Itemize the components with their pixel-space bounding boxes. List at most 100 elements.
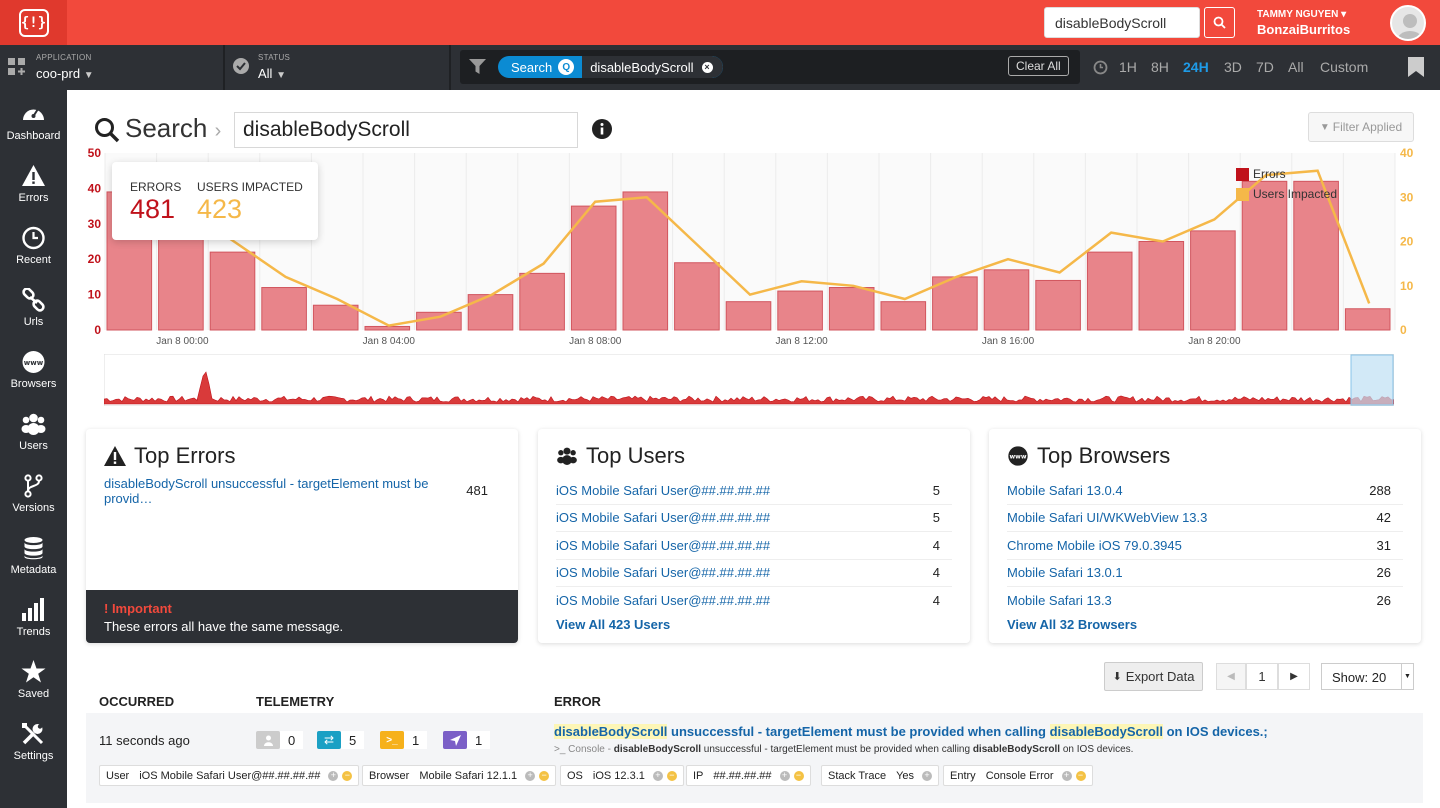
status-selector[interactable]: STATUS All ▼: [225, 45, 449, 90]
error-message-link[interactable]: disableBodyScroll unsuccessful - targetE…: [104, 476, 466, 506]
chart-bar[interactable]: [209, 251, 256, 331]
tag-stack-trace[interactable]: Stack Trace Yes +: [821, 765, 940, 786]
sidebar-item-users[interactable]: Users: [0, 412, 67, 472]
info-icon[interactable]: [592, 119, 612, 139]
legend-item-errors[interactable]: Errors: [1236, 164, 1337, 184]
user-link[interactable]: iOS Mobile Safari User@##.##.##.##: [556, 538, 770, 553]
add-filter-icon[interactable]: +: [1061, 770, 1072, 781]
sidebar-item-metadata[interactable]: Metadata: [0, 536, 67, 596]
tag-browser[interactable]: Browser Mobile Safari 12.1.1 + −: [362, 765, 557, 786]
browser-link[interactable]: Mobile Safari 13.3: [1007, 593, 1112, 608]
user-link[interactable]: iOS Mobile Safari User@##.##.##.##: [556, 510, 770, 525]
error-title-link[interactable]: disableBodyScroll unsuccessful - targetE…: [554, 724, 1268, 739]
chart-bar[interactable]: [777, 290, 823, 331]
browser-link[interactable]: Mobile Safari 13.0.4: [1007, 483, 1123, 498]
time-range-1h[interactable]: 1H: [1119, 59, 1137, 75]
list-item[interactable]: Mobile Safari UI/WKWebView 13.3 42: [1007, 505, 1403, 532]
sidebar-item-trends[interactable]: Trends: [0, 598, 67, 658]
list-item[interactable]: Mobile Safari 13.0.4 288: [1007, 477, 1403, 505]
browser-link[interactable]: Mobile Safari 13.0.1: [1007, 565, 1123, 580]
timeline-navigator[interactable]: [104, 354, 1394, 406]
filter-applied-button[interactable]: ▼ Filter Applied: [1308, 112, 1414, 142]
global-search-input[interactable]: [1044, 7, 1200, 38]
user-link[interactable]: iOS Mobile Safari User@##.##.##.##: [556, 565, 770, 580]
exclude-filter-icon[interactable]: −: [539, 770, 550, 781]
tag-ip[interactable]: IP ##.##.##.## + −: [686, 765, 811, 786]
page-size-select[interactable]: Show: 20 ▼: [1321, 663, 1414, 690]
view-all-users-link[interactable]: View All 423 Users: [556, 617, 670, 632]
sidebar-item-recent[interactable]: Recent: [0, 226, 67, 286]
search-filter-chip[interactable]: Search Q disableBodyScroll ×: [498, 56, 723, 78]
exclude-filter-icon[interactable]: −: [793, 770, 804, 781]
tag-entry[interactable]: Entry Console Error + −: [943, 765, 1093, 786]
exclude-filter-icon[interactable]: −: [342, 770, 353, 781]
user-link[interactable]: iOS Mobile Safari User@##.##.##.##: [556, 593, 770, 608]
add-filter-icon[interactable]: +: [525, 770, 536, 781]
list-item[interactable]: iOS Mobile Safari User@##.##.##.## 4: [556, 560, 952, 587]
tag-user[interactable]: User iOS Mobile Safari User@##.##.##.## + −: [99, 765, 360, 786]
telemetry-user[interactable]: 0: [256, 731, 304, 749]
export-data-button[interactable]: ⬇ Export Data: [1104, 662, 1203, 691]
chart-bar[interactable]: [983, 269, 1030, 331]
exclude-filter-icon[interactable]: −: [666, 770, 677, 781]
telemetry-console[interactable]: >_ 1: [380, 731, 428, 749]
next-page-button[interactable]: ▶: [1278, 663, 1310, 690]
chart-bar[interactable]: [364, 325, 411, 331]
sidebar-item-settings[interactable]: Settings: [0, 722, 67, 782]
time-range-7d[interactable]: 7D: [1256, 59, 1274, 75]
chart-bar[interactable]: [674, 262, 720, 331]
sidebar-item-errors[interactable]: Errors: [0, 164, 67, 224]
browser-link[interactable]: Mobile Safari UI/WKWebView 13.3: [1007, 510, 1207, 525]
list-item[interactable]: iOS Mobile Safari User@##.##.##.## 5: [556, 505, 952, 532]
table-row[interactable]: 11 seconds ago 0 ⇄ 5 >_ 1 1 disableBodyScr…: [86, 713, 1423, 803]
close-icon[interactable]: ×: [701, 61, 713, 73]
user-name[interactable]: TAMMY NGUYEN ▾: [1257, 9, 1346, 20]
chart-bar[interactable]: [622, 191, 669, 331]
add-filter-icon[interactable]: +: [652, 770, 663, 781]
browser-link[interactable]: Chrome Mobile iOS 79.0.3945: [1007, 538, 1182, 553]
exclude-filter-icon[interactable]: −: [1075, 770, 1086, 781]
app-logo[interactable]: {!}: [0, 0, 67, 45]
chart-bar[interactable]: [1086, 251, 1133, 331]
list-item[interactable]: iOS Mobile Safari User@##.##.##.## 4: [556, 587, 952, 615]
tag-os[interactable]: OS iOS 12.3.1 + −: [560, 765, 684, 786]
time-range-24h[interactable]: 24H: [1183, 59, 1209, 75]
bookmark-icon[interactable]: [1408, 57, 1424, 77]
list-item[interactable]: Chrome Mobile iOS 79.0.3945 31: [1007, 532, 1403, 560]
list-item[interactable]: iOS Mobile Safari User@##.##.##.## 4: [556, 532, 952, 560]
view-all-browsers-link[interactable]: View All 32 Browsers: [1007, 617, 1137, 632]
chart-bar[interactable]: [1035, 279, 1081, 331]
chart-bar[interactable]: [467, 294, 514, 331]
chart-bar[interactable]: [261, 287, 307, 331]
chart-bar[interactable]: [570, 205, 617, 331]
chart-bar[interactable]: [880, 301, 927, 331]
list-item[interactable]: Mobile Safari 13.3 26: [1007, 587, 1403, 615]
sidebar-item-versions[interactable]: Versions: [0, 474, 67, 534]
filter-icon[interactable]: [469, 59, 486, 75]
navigator-selection[interactable]: [1350, 354, 1394, 406]
column-header-occurred[interactable]: OCCURRED: [99, 694, 174, 709]
global-search-button[interactable]: [1204, 7, 1235, 38]
sidebar-item-urls[interactable]: Urls: [0, 288, 67, 348]
list-item[interactable]: disableBodyScroll unsuccessful - targetE…: [104, 476, 500, 506]
time-range-8h[interactable]: 8H: [1151, 59, 1169, 75]
legend-item-users[interactable]: Users Impacted: [1236, 184, 1337, 204]
sidebar-item-browsers[interactable]: www Browsers: [0, 350, 67, 410]
previous-page-button[interactable]: ◀: [1216, 663, 1246, 690]
time-range-all[interactable]: All: [1288, 59, 1304, 75]
chart-bar[interactable]: [725, 301, 772, 331]
chart-bar[interactable]: [1344, 308, 1391, 331]
user-link[interactable]: iOS Mobile Safari User@##.##.##.##: [556, 483, 770, 498]
time-range-3d[interactable]: 3D: [1224, 59, 1242, 75]
list-item[interactable]: Mobile Safari 13.0.1 26: [1007, 560, 1403, 587]
page-number[interactable]: 1: [1246, 663, 1278, 690]
add-filter-icon[interactable]: +: [779, 770, 790, 781]
chart-bar[interactable]: [828, 287, 875, 331]
chart-bar[interactable]: [1138, 241, 1185, 331]
telemetry-navigation[interactable]: 1: [443, 731, 491, 749]
chart-bar[interactable]: [312, 304, 359, 331]
time-range-custom[interactable]: Custom: [1320, 59, 1368, 75]
sidebar-item-dashboard[interactable]: Dashboard: [0, 102, 67, 162]
chart-bar[interactable]: [416, 311, 462, 331]
search-input[interactable]: [234, 112, 578, 148]
